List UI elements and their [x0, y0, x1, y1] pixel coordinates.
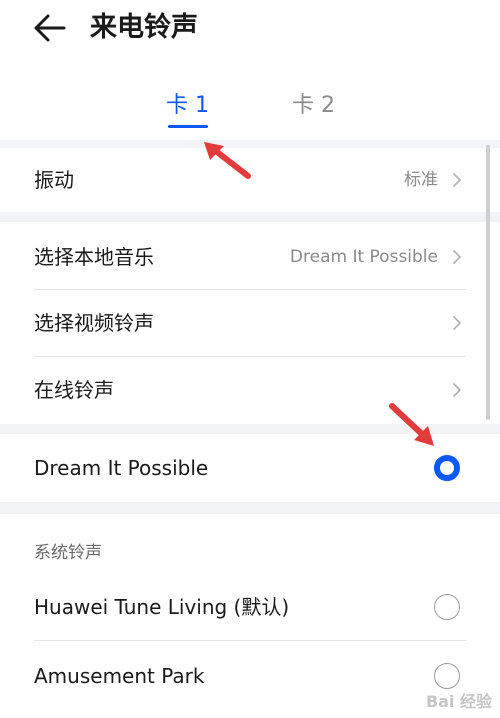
ringtone-source-card: 选择本地音乐 Dream It Possible 选择视频铃声 在线铃声 — [0, 222, 500, 424]
ringtone-label: Huawei Tune Living (默认) — [34, 595, 290, 619]
chevron-right-icon — [453, 173, 461, 187]
system-ringtone-item[interactable]: Huawei Tune Living (默认) — [0, 574, 500, 640]
radio-unselected[interactable] — [434, 594, 460, 620]
chevron-right-icon — [453, 250, 461, 264]
tab-card-1[interactable]: 卡 1 — [166, 90, 209, 122]
current-ringtone-label: Dream It Possible — [34, 456, 209, 480]
local-music-label: 选择本地音乐 — [34, 245, 154, 269]
chevron-right-icon — [453, 316, 461, 330]
online-ringtone-label: 在线铃声 — [34, 378, 114, 402]
vibration-label: 振动 — [34, 168, 74, 192]
watermark: Bai 经验 — [425, 692, 492, 711]
chevron-right-icon — [453, 383, 461, 397]
radio-unselected[interactable] — [434, 663, 460, 689]
annotation-arrow-icon — [389, 403, 434, 446]
vibration-value: 标准 — [404, 170, 438, 190]
section-title: 系统铃声 — [34, 543, 102, 563]
local-music-row[interactable]: 选择本地音乐 Dream It Possible — [0, 224, 500, 290]
divider — [34, 640, 466, 641]
header: 来电铃声 卡 1 卡 2 — [0, 0, 500, 140]
tab-card-2[interactable]: 卡 2 — [292, 90, 335, 122]
video-ringtone-label: 选择视频铃声 — [34, 311, 154, 335]
local-music-value: Dream It Possible — [289, 247, 438, 267]
ringtone-label: Amusement Park — [34, 664, 205, 688]
page-title: 来电铃声 — [90, 12, 198, 43]
back-arrow-icon[interactable] — [30, 10, 70, 46]
tab-active-indicator — [168, 125, 208, 128]
annotation-arrow-icon — [204, 142, 251, 179]
video-ringtone-row[interactable]: 选择视频铃声 — [0, 290, 500, 356]
radio-selected[interactable] — [434, 455, 460, 481]
scrollbar[interactable] — [486, 145, 490, 420]
